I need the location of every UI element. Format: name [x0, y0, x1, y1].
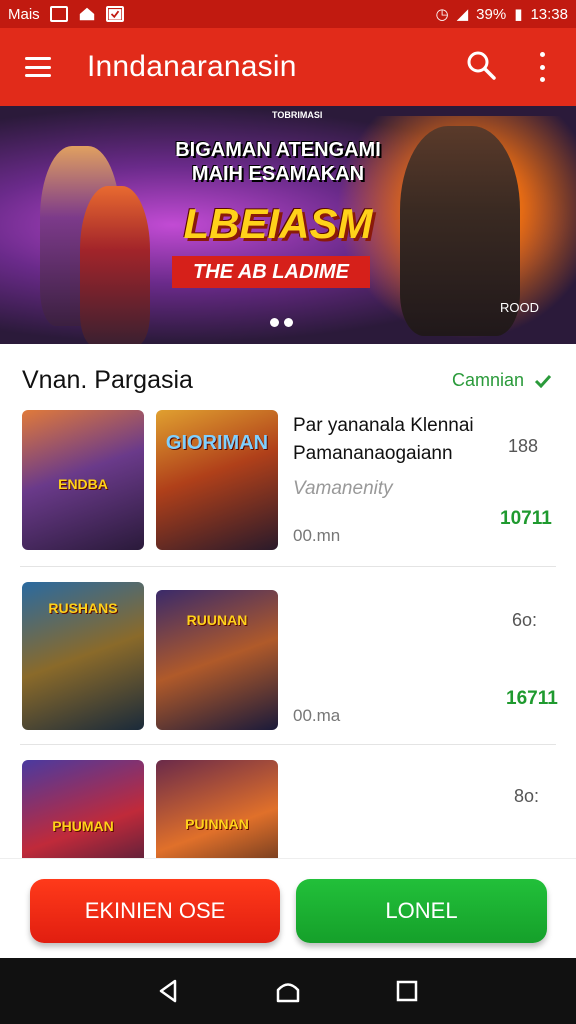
thumbnail-label: PUINNAN [185, 816, 249, 832]
hamburger-menu-icon[interactable] [25, 57, 51, 77]
banner-corner-text: ROOD [500, 300, 539, 315]
search-icon[interactable] [466, 50, 496, 80]
navigation-bar [0, 958, 576, 1024]
carrier-text: Mais [8, 5, 40, 23]
thumbnail-label: RUSHANS [48, 600, 118, 616]
thumbnail-label: PHUMAN [52, 818, 114, 834]
home-icon[interactable] [274, 977, 302, 1005]
section-link-label[interactable]: Camnian [452, 370, 524, 391]
action-bar: EKINIEN OSE LONEL [0, 858, 576, 958]
item-time: 00.ma [293, 706, 341, 725]
secondary-action-button[interactable]: LONEL [296, 879, 547, 943]
check-notification-icon [105, 6, 124, 22]
game-thumbnail[interactable]: ENDBA [22, 410, 144, 550]
game-thumbnail[interactable]: PUINNAN [156, 760, 278, 858]
banner-title: BIGAMAN ATENGAMI MAIH ESAMAKAN [168, 138, 388, 186]
divider [20, 744, 556, 745]
section-title: Vnan. Pargasia [22, 366, 193, 394]
status-left: Mais [8, 6, 124, 23]
app-bar: Inndanaranasin [0, 28, 576, 106]
banner-hero-figure [80, 186, 150, 344]
item-price: 10711 [500, 508, 552, 529]
item-subtitle: Vamanenity [293, 478, 393, 499]
carousel-dots[interactable] [270, 318, 293, 327]
status-bar: Mais ◷ ◢ 39% ▮ 13:38 [0, 0, 576, 28]
item-count: 6o: [512, 610, 538, 630]
app-title: Inndanaranasin [87, 50, 297, 83]
banner-tagline: THE AB LADIME [172, 256, 370, 288]
section-link[interactable]: Camnian [452, 370, 552, 391]
check-icon [534, 374, 552, 388]
alarm-icon: ◷ [435, 6, 449, 23]
game-thumbnail[interactable]: PHUMAN [22, 760, 144, 858]
list-item[interactable]: PHUMAN PUINNAN 8o: [0, 760, 576, 858]
divider [20, 566, 556, 567]
item-price: 16711 [506, 688, 558, 709]
banner-small-text: TOBRIMASI [272, 110, 323, 120]
recents-icon[interactable] [393, 977, 421, 1005]
item-time: 00.mn [293, 526, 341, 545]
signal-icon: ◢ [456, 6, 469, 23]
banner-headline: LBEIASM [183, 200, 373, 247]
game-thumbnail[interactable]: RUUNAN [156, 590, 278, 730]
primary-action-button[interactable]: EKINIEN OSE [30, 879, 280, 943]
thumbnail-label: RUUNAN [186, 612, 248, 628]
thumbnail-label: ENDBA [58, 476, 108, 492]
home-notification-icon [78, 6, 96, 22]
item-title-line2: Pamananaogaiann [293, 443, 453, 464]
notification-icon [49, 6, 68, 22]
status-right: ◷ ◢ 39% ▮ 13:38 [435, 5, 568, 24]
item-title-line1: Par yananala Klennai [293, 415, 474, 436]
game-thumbnail[interactable]: GIORIMAN [156, 410, 278, 550]
battery-icon: ▮ [514, 6, 523, 23]
item-count: 8o: [514, 786, 540, 806]
more-options-icon[interactable] [536, 52, 548, 82]
item-title[interactable]: Par yananala Klennai Pamananaogaiann [293, 412, 474, 468]
battery-text: 39% [476, 5, 507, 23]
carousel-dot[interactable] [284, 318, 293, 327]
list-item[interactable]: RUSHANS RUUNAN 00.ma 6o: 16711 [0, 582, 576, 732]
item-count: 188 [508, 436, 539, 456]
carousel-dot[interactable] [270, 318, 279, 327]
featured-banner[interactable]: TOBRIMASI BIGAMAN ATENGAMI MAIH ESAMAKAN… [0, 106, 576, 344]
list-item[interactable]: ENDBA GIORIMAN Par yananala Klennai Pama… [0, 410, 576, 566]
game-thumbnail[interactable]: RUSHANS [22, 582, 144, 730]
banner-title-line2: MAIH ESAMAKAN [191, 163, 365, 185]
back-icon[interactable] [155, 977, 183, 1005]
thumbnail-label: GIORIMAN [165, 432, 269, 454]
banner-title-line1: BIGAMAN ATENGAMI [175, 139, 381, 161]
clock-text: 13:38 [530, 5, 568, 23]
